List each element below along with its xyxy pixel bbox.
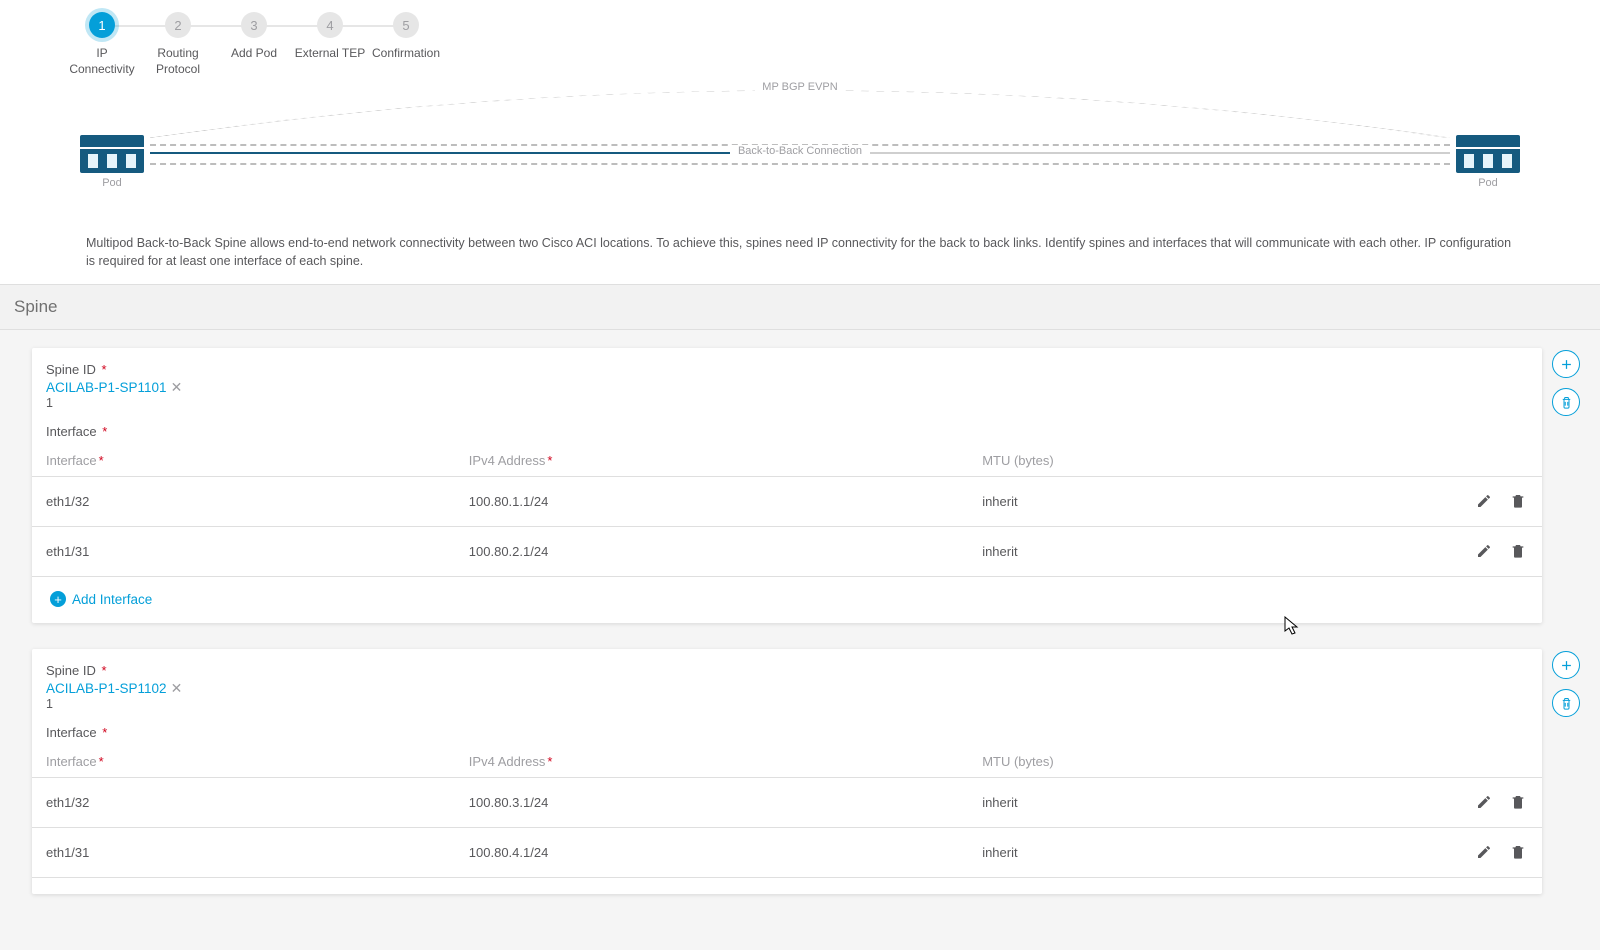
cell-interface: eth1/31 — [32, 527, 455, 577]
delete-row-icon[interactable] — [1508, 491, 1528, 511]
delete-spine-button[interactable] — [1552, 689, 1580, 717]
delete-row-icon[interactable] — [1508, 541, 1528, 561]
delete-row-icon[interactable] — [1508, 842, 1528, 862]
step-label: Confirmation — [372, 46, 440, 62]
delete-row-icon[interactable] — [1508, 792, 1528, 812]
spine-id-sub: 1 — [46, 697, 1528, 711]
edit-row-icon[interactable] — [1474, 842, 1494, 862]
spine-card: Spine ID * ACILAB-P1-SP1101✕ 1 Interface… — [32, 348, 1542, 623]
interface-section-label: Interface * — [46, 424, 1528, 439]
col-interface: Interface* — [32, 445, 455, 477]
spine-id-label: Spine ID * — [46, 663, 1528, 678]
step-label: Add Pod — [231, 46, 277, 62]
mp-bgp-evpn-label: MP BGP EVPN — [755, 81, 845, 93]
step-number: 2 — [165, 12, 191, 38]
step-label: External TEP — [295, 46, 365, 62]
col-mtu: MTU (bytes) — [968, 445, 1450, 477]
spine-id-label: Spine ID * — [46, 362, 1528, 377]
step-number: 5 — [393, 12, 419, 38]
pod-right-label: Pod — [1456, 177, 1520, 189]
spine-id-sub: 1 — [46, 396, 1528, 410]
interface-table: Interface* IPv4 Address* MTU (bytes) eth… — [32, 445, 1542, 577]
step-number: 4 — [317, 12, 343, 38]
step-routing-protocol[interactable]: 2 Routing Protocol — [140, 12, 216, 77]
step-label: Routing Protocol — [140, 46, 216, 77]
add-spine-button[interactable] — [1552, 350, 1580, 378]
add-interface-button[interactable]: + Add Interface — [50, 591, 152, 607]
interface-table: Interface* IPv4 Address* MTU (bytes) eth… — [32, 746, 1542, 878]
cell-mtu: inherit — [968, 527, 1450, 577]
cell-interface: eth1/32 — [32, 778, 455, 828]
back-to-back-label: Back-to-Back Connection — [730, 145, 870, 157]
cell-interface: eth1/32 — [32, 477, 455, 527]
pod-right-icon: Pod — [1456, 135, 1520, 189]
cell-ipv4: 100.80.1.1/24 — [455, 477, 968, 527]
topology-diagram: Pod Pod MP BGP EVPN Back-to-Back Connect… — [80, 83, 1520, 228]
table-row: eth1/31 100.80.2.1/24 inherit — [32, 527, 1542, 577]
dashed-link-bottom — [150, 163, 1450, 165]
spine-section-title: Spine — [0, 284, 1600, 330]
cell-mtu: inherit — [968, 778, 1450, 828]
delete-spine-button[interactable] — [1552, 388, 1580, 416]
step-confirmation[interactable]: 5 Confirmation — [368, 12, 444, 62]
spine-card: Spine ID * ACILAB-P1-SP1102✕ 1 Interface… — [32, 649, 1542, 894]
cell-mtu: inherit — [968, 477, 1450, 527]
spine-id-value[interactable]: ACILAB-P1-SP1101✕ — [46, 379, 182, 396]
spine-list: Spine ID * ACILAB-P1-SP1101✕ 1 Interface… — [0, 330, 1600, 950]
step-label: IP Connectivity — [64, 46, 140, 77]
cell-ipv4: 100.80.4.1/24 — [455, 828, 968, 878]
cell-interface: eth1/31 — [32, 828, 455, 878]
edit-row-icon[interactable] — [1474, 541, 1494, 561]
plus-icon: + — [50, 591, 66, 607]
col-interface: Interface* — [32, 746, 455, 778]
table-row: eth1/31 100.80.4.1/24 inherit — [32, 828, 1542, 878]
step-add-pod[interactable]: 3 Add Pod — [216, 12, 292, 62]
step-ip-connectivity[interactable]: 1 IP Connectivity — [64, 12, 140, 77]
pod-left-label: Pod — [80, 177, 144, 189]
col-ipv4: IPv4 Address* — [455, 746, 968, 778]
step-number: 1 — [89, 12, 115, 38]
table-row: eth1/32 100.80.3.1/24 inherit — [32, 778, 1542, 828]
step-number: 3 — [241, 12, 267, 38]
step-external-tep[interactable]: 4 External TEP — [292, 12, 368, 62]
edit-row-icon[interactable] — [1474, 792, 1494, 812]
cell-ipv4: 100.80.3.1/24 — [455, 778, 968, 828]
clear-spine-icon[interactable]: ✕ — [171, 680, 183, 697]
edit-row-icon[interactable] — [1474, 491, 1494, 511]
spine-id-value[interactable]: ACILAB-P1-SP1102✕ — [46, 680, 182, 697]
clear-spine-icon[interactable]: ✕ — [171, 379, 183, 396]
description-text: Multipod Back-to-Back Spine allows end-t… — [86, 234, 1514, 270]
add-spine-button[interactable] — [1552, 651, 1580, 679]
col-mtu: MTU (bytes) — [968, 746, 1450, 778]
pod-left-icon: Pod — [80, 135, 144, 189]
cell-ipv4: 100.80.2.1/24 — [455, 527, 968, 577]
cell-mtu: inherit — [968, 828, 1450, 878]
wizard-stepper: 1 IP Connectivity 2 Routing Protocol 3 A… — [0, 0, 1600, 77]
interface-section-label: Interface * — [46, 725, 1528, 740]
table-row: eth1/32 100.80.1.1/24 inherit — [32, 477, 1542, 527]
col-ipv4: IPv4 Address* — [455, 445, 968, 477]
